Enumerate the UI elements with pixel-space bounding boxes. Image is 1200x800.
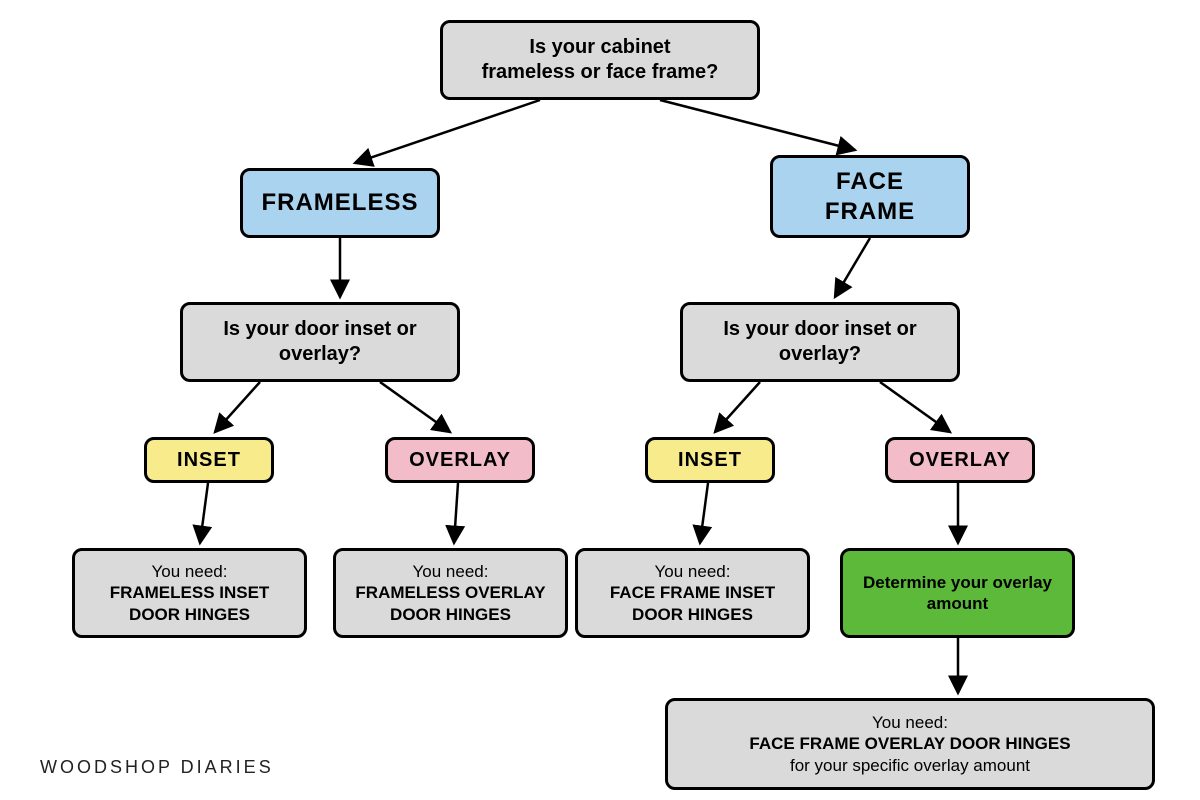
right-door-question-line2: overlay?: [779, 342, 861, 367]
faceframe-label-line2: FRAME: [825, 197, 915, 227]
left-overlay-result-box: You need: FRAMELESS OVERLAY DOOR HINGES: [333, 548, 568, 638]
left-overlay-result-lead: You need:: [413, 561, 489, 582]
left-inset-result-main: FRAMELESS INSET DOOR HINGES: [87, 582, 292, 625]
left-inset-result-lead: You need:: [152, 561, 228, 582]
right-inset-result-main: FACE FRAME INSET DOOR HINGES: [590, 582, 795, 625]
watermark-text: WOODSHOP DIARIES: [40, 757, 274, 778]
left-inset-option-box: INSET: [144, 437, 274, 483]
root-question-line2: frameless or face frame?: [482, 60, 719, 85]
right-inset-option-box: INSET: [645, 437, 775, 483]
right-overlay-label: OVERLAY: [909, 448, 1011, 473]
flow-arrows: [0, 0, 1200, 800]
root-question-box: Is your cabinet frameless or face frame?: [440, 20, 760, 100]
right-door-question-box: Is your door inset or overlay?: [680, 302, 960, 382]
left-inset-result-box: You need: FRAMELESS INSET DOOR HINGES: [72, 548, 307, 638]
right-door-question-line1: Is your door inset or: [723, 317, 916, 342]
right-overlay-intermediate-box: Determine your overlay amount: [840, 548, 1075, 638]
faceframe-option-box: FACE FRAME: [770, 155, 970, 238]
left-inset-label: INSET: [177, 448, 241, 473]
frameless-option-box: FRAMELESS: [240, 168, 440, 238]
faceframe-label-line1: FACE: [836, 167, 904, 197]
left-door-question-line2: overlay?: [279, 342, 361, 367]
right-inset-label: INSET: [678, 448, 742, 473]
right-overlay-result-line2: FACE FRAME OVERLAY DOOR HINGES: [749, 733, 1070, 754]
frameless-label: FRAMELESS: [261, 188, 418, 218]
left-overlay-label: OVERLAY: [409, 448, 511, 473]
right-inset-result-lead: You need:: [655, 561, 731, 582]
right-overlay-intermediate: Determine your overlay amount: [855, 572, 1060, 615]
left-door-question-box: Is your door inset or overlay?: [180, 302, 460, 382]
right-overlay-result-lead: You need:: [872, 712, 948, 733]
left-overlay-result-main: FRAMELESS OVERLAY DOOR HINGES: [348, 582, 553, 625]
right-overlay-final-result-box: You need: FACE FRAME OVERLAY DOOR HINGES…: [665, 698, 1155, 790]
right-overlay-option-box: OVERLAY: [885, 437, 1035, 483]
left-overlay-option-box: OVERLAY: [385, 437, 535, 483]
right-overlay-result-line3: for your specific overlay amount: [790, 755, 1030, 776]
left-door-question-line1: Is your door inset or: [223, 317, 416, 342]
right-inset-result-box: You need: FACE FRAME INSET DOOR HINGES: [575, 548, 810, 638]
root-question-line1: Is your cabinet: [529, 35, 670, 60]
